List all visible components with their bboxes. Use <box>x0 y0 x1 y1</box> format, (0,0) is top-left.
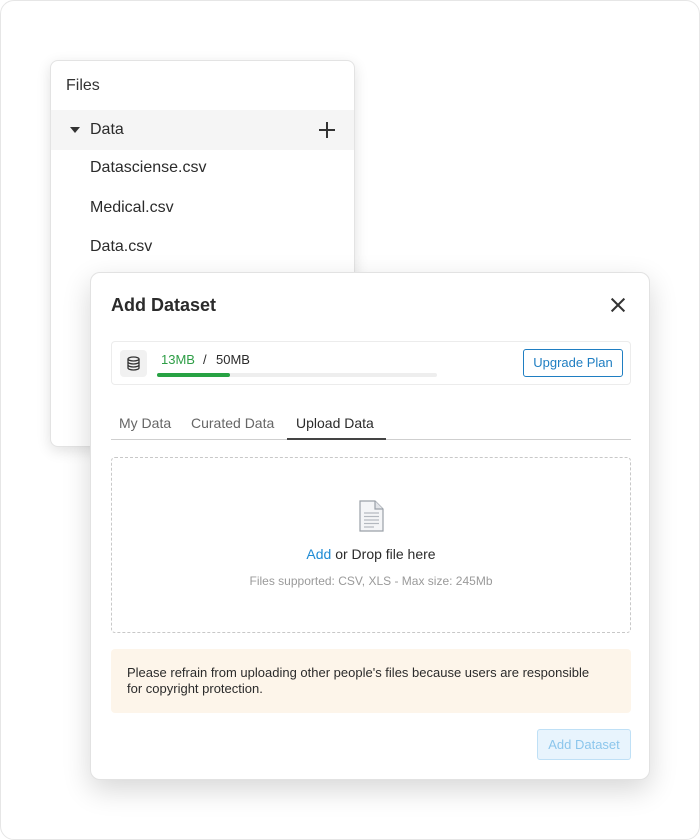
add-dataset-dialog: Add Dataset 13MB / 50MB Upgrade Plan My … <box>90 272 650 780</box>
active-tab-indicator <box>287 438 386 440</box>
notice-text: Please refrain from uploading other peop… <box>127 665 590 696</box>
database-icon <box>120 350 147 377</box>
storage-progress-fill <box>157 373 230 377</box>
tab-curated-data[interactable]: Curated Data <box>191 415 274 431</box>
document-icon <box>359 500 384 532</box>
drop-instructions: Add or Drop file here <box>112 546 630 562</box>
file-dropzone[interactable]: Add or Drop file here Files supported: C… <box>111 457 631 633</box>
add-dataset-button[interactable]: Add Dataset <box>537 729 631 760</box>
tab-upload-data[interactable]: Upload Data <box>296 415 374 431</box>
dataset-tabs: My Data Curated Data Upload Data <box>111 409 631 440</box>
dialog-title: Add Dataset <box>111 295 217 315</box>
storage-separator: / <box>203 352 207 367</box>
copyright-notice: Please refrain from uploading other peop… <box>111 649 631 713</box>
caret-down-icon[interactable] <box>70 127 80 133</box>
files-panel-title: Files <box>66 77 100 94</box>
add-file-button[interactable] <box>317 120 337 140</box>
drop-text: or Drop file here <box>331 546 436 562</box>
storage-usage-box: 13MB / 50MB Upgrade Plan <box>111 341 631 385</box>
file-item[interactable]: Datasciense.csv <box>90 159 207 177</box>
file-item[interactable]: Medical.csv <box>90 199 174 217</box>
storage-total: 50MB <box>216 352 250 367</box>
supported-formats: Files supported: CSV, XLS - Max size: 24… <box>249 574 493 588</box>
folder-label: Data <box>90 121 124 138</box>
tab-my-data[interactable]: My Data <box>119 415 171 431</box>
folder-row-data[interactable]: Data <box>51 110 354 150</box>
add-file-link[interactable]: Add <box>306 546 331 562</box>
close-icon[interactable] <box>608 295 628 315</box>
storage-progress-bar <box>157 373 437 377</box>
file-item[interactable]: Data.csv <box>90 238 152 256</box>
storage-used: 13MB <box>161 352 195 367</box>
upgrade-plan-button[interactable]: Upgrade Plan <box>523 349 623 377</box>
